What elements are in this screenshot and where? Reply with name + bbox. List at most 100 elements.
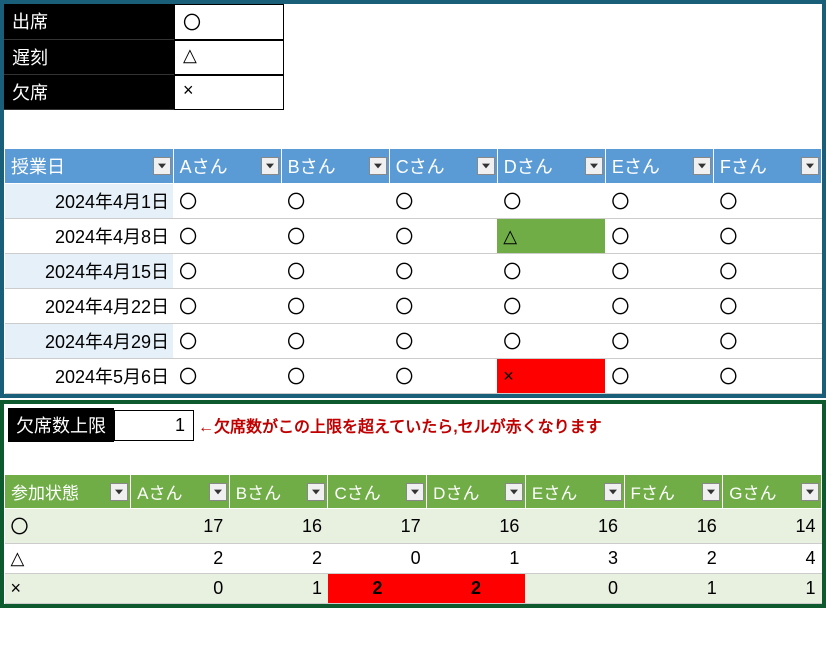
count-cell[interactable]: 2 [229, 544, 328, 574]
attendance-cell[interactable]: 〇 [497, 289, 605, 324]
count-cell[interactable]: 17 [328, 509, 427, 544]
count-cell[interactable]: 16 [427, 509, 526, 544]
filter-dropdown-icon[interactable] [801, 483, 819, 501]
attendance-cell[interactable]: 〇 [713, 289, 821, 324]
attendance-cell[interactable]: × [497, 359, 605, 394]
filter-dropdown-icon[interactable] [702, 483, 720, 501]
attendance-cell[interactable]: 〇 [713, 254, 821, 289]
attendance-cell[interactable]: 〇 [281, 324, 389, 359]
filter-dropdown-icon[interactable] [261, 157, 279, 175]
attendance-cell[interactable]: 〇 [713, 359, 821, 394]
date-cell[interactable]: 2024年4月15日 [5, 254, 174, 289]
count-cell[interactable]: 1 [229, 574, 328, 604]
filter-dropdown-icon[interactable] [110, 483, 128, 501]
attendance-cell[interactable]: 〇 [605, 289, 713, 324]
attendance-cell[interactable]: 〇 [497, 324, 605, 359]
attendance-cell[interactable]: 〇 [173, 254, 281, 289]
table-row: △2201324 [5, 544, 822, 574]
attendance-cell[interactable]: 〇 [713, 219, 821, 254]
limit-value-cell[interactable]: 1 [114, 410, 194, 441]
filter-dropdown-icon[interactable] [209, 483, 227, 501]
filter-dropdown-icon[interactable] [153, 157, 171, 175]
attendance-cell[interactable]: 〇 [713, 184, 821, 219]
count-cell[interactable]: 1 [723, 574, 822, 604]
filter-dropdown-icon[interactable] [307, 483, 325, 501]
count-cell[interactable]: 2 [328, 574, 427, 604]
attendance-cell[interactable]: 〇 [605, 324, 713, 359]
attendance-cell[interactable]: △ [497, 219, 605, 254]
filter-dropdown-icon[interactable] [369, 157, 387, 175]
attendance-cell[interactable]: 〇 [497, 254, 605, 289]
filter-dropdown-icon[interactable] [477, 157, 495, 175]
column-header[interactable]: Aさん [131, 475, 230, 509]
attendance-cell[interactable]: 〇 [605, 254, 713, 289]
status-cell[interactable]: △ [5, 544, 131, 574]
date-cell[interactable]: 2024年5月6日 [5, 359, 174, 394]
status-cell[interactable]: 〇 [5, 509, 131, 544]
attendance-cell[interactable]: 〇 [389, 324, 497, 359]
column-header[interactable]: Cさん [389, 149, 497, 184]
column-header[interactable]: Dさん [497, 149, 605, 184]
count-cell[interactable]: 16 [229, 509, 328, 544]
attendance-cell[interactable]: 〇 [389, 289, 497, 324]
column-header[interactable]: Eさん [525, 475, 624, 509]
attendance-cell[interactable]: 〇 [173, 359, 281, 394]
attendance-cell[interactable]: 〇 [389, 254, 497, 289]
attendance-cell[interactable]: 〇 [497, 184, 605, 219]
attendance-cell[interactable]: 〇 [173, 219, 281, 254]
column-header[interactable]: Cさん [328, 475, 427, 509]
count-cell[interactable]: 0 [328, 544, 427, 574]
count-cell[interactable]: 1 [427, 544, 526, 574]
column-header[interactable]: Eさん [605, 149, 713, 184]
filter-dropdown-icon[interactable] [505, 483, 523, 501]
column-header[interactable]: 参加状態 [5, 475, 131, 509]
date-cell[interactable]: 2024年4月22日 [5, 289, 174, 324]
attendance-cell[interactable]: 〇 [281, 359, 389, 394]
date-cell[interactable]: 2024年4月29日 [5, 324, 174, 359]
count-cell[interactable]: 1 [624, 574, 723, 604]
count-cell[interactable]: 17 [131, 509, 230, 544]
count-cell[interactable]: 2 [624, 544, 723, 574]
filter-dropdown-icon[interactable] [604, 483, 622, 501]
column-header[interactable]: Fさん [624, 475, 723, 509]
attendance-cell[interactable]: 〇 [173, 184, 281, 219]
attendance-cell[interactable]: 〇 [605, 359, 713, 394]
column-header[interactable]: Aさん [173, 149, 281, 184]
attendance-cell[interactable]: 〇 [605, 219, 713, 254]
attendance-cell[interactable]: 〇 [389, 359, 497, 394]
attendance-cell[interactable]: 〇 [605, 184, 713, 219]
attendance-cell[interactable]: 〇 [173, 324, 281, 359]
table-row: 2024年4月1日〇〇〇〇〇〇 [5, 184, 822, 219]
table-row: 2024年5月6日〇〇〇×〇〇 [5, 359, 822, 394]
attendance-cell[interactable]: 〇 [281, 254, 389, 289]
attendance-cell[interactable]: 〇 [173, 289, 281, 324]
count-cell[interactable]: 0 [131, 574, 230, 604]
count-cell[interactable]: 14 [723, 509, 822, 544]
count-cell[interactable]: 0 [525, 574, 624, 604]
column-header[interactable]: 授業日 [5, 149, 174, 184]
count-cell[interactable]: 3 [525, 544, 624, 574]
column-header[interactable]: Fさん [713, 149, 821, 184]
filter-dropdown-icon[interactable] [693, 157, 711, 175]
attendance-cell[interactable]: 〇 [281, 219, 389, 254]
attendance-cell[interactable]: 〇 [389, 184, 497, 219]
count-cell[interactable]: 2 [427, 574, 526, 604]
column-header[interactable]: Bさん [281, 149, 389, 184]
attendance-cell[interactable]: 〇 [281, 184, 389, 219]
filter-dropdown-icon[interactable] [406, 483, 424, 501]
attendance-cell[interactable]: 〇 [281, 289, 389, 324]
column-header[interactable]: Gさん [723, 475, 822, 509]
count-cell[interactable]: 2 [131, 544, 230, 574]
count-cell[interactable]: 16 [525, 509, 624, 544]
column-header[interactable]: Bさん [229, 475, 328, 509]
filter-dropdown-icon[interactable] [801, 157, 819, 175]
attendance-cell[interactable]: 〇 [713, 324, 821, 359]
attendance-cell[interactable]: 〇 [389, 219, 497, 254]
count-cell[interactable]: 16 [624, 509, 723, 544]
status-cell[interactable]: × [5, 574, 131, 604]
count-cell[interactable]: 4 [723, 544, 822, 574]
column-header[interactable]: Dさん [427, 475, 526, 509]
filter-dropdown-icon[interactable] [585, 157, 603, 175]
date-cell[interactable]: 2024年4月1日 [5, 184, 174, 219]
date-cell[interactable]: 2024年4月8日 [5, 219, 174, 254]
